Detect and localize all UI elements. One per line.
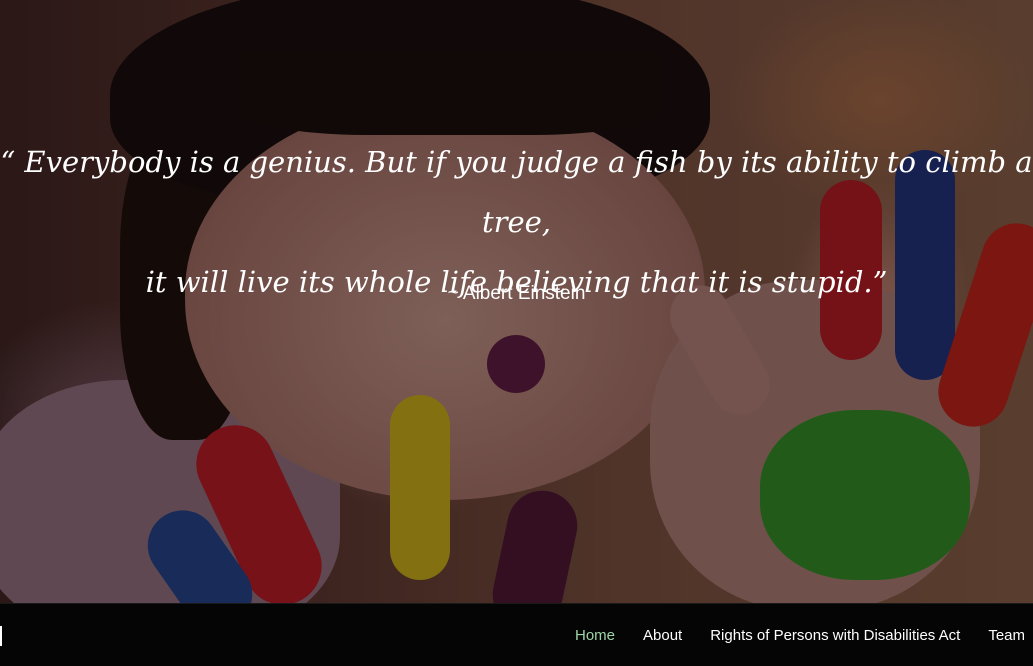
page: “ Everybody is a genius. But if you judg…	[0, 0, 1033, 666]
nav-item-about[interactable]: About	[643, 627, 682, 644]
nav-item-team[interactable]: Team	[988, 627, 1025, 644]
nav-brand-edge	[0, 626, 2, 646]
nav-item-home[interactable]: Home	[575, 627, 615, 644]
hero-section: “ Everybody is a genius. But if you judg…	[0, 0, 1033, 603]
main-navbar: Home About Rights of Persons with Disabi…	[0, 603, 1033, 666]
quote-line-1: “ Everybody is a genius. But if you judg…	[0, 145, 1033, 239]
nav-item-rights-act[interactable]: Rights of Persons with Disabilities Act	[710, 627, 960, 644]
quote-author: ~ Albert Einstein	[447, 283, 586, 304]
nav-menu: Home About Rights of Persons with Disabi…	[575, 604, 1033, 666]
